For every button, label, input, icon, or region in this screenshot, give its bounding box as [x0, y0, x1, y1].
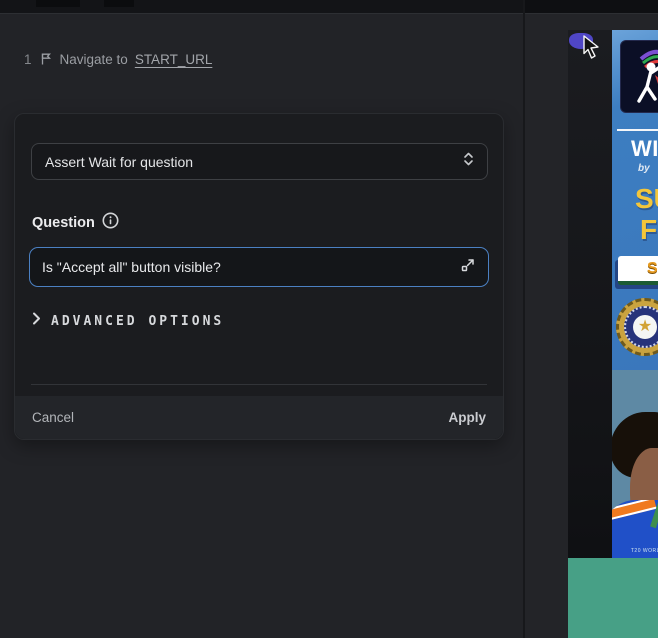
window-top-strip — [0, 0, 658, 14]
banner-promo-line2: F — [640, 214, 657, 246]
browser-preview-pane[interactable]: WI by SU F S ★ T20 WORLD — [525, 14, 658, 638]
top-strip-artifact — [36, 0, 80, 7]
top-strip-artifact — [104, 0, 134, 7]
info-icon[interactable] — [102, 212, 119, 234]
expand-input-icon[interactable] — [460, 257, 476, 278]
dialog-divider — [31, 384, 487, 385]
dialog-footer: Cancel Apply — [15, 396, 503, 439]
select-updown-chevron-icon — [463, 151, 474, 172]
start-url-link[interactable]: START_URL — [135, 52, 213, 67]
step-row-navigate[interactable]: 1 Navigate to START_URL — [24, 50, 212, 68]
bcci-emblem-ring: ★ — [624, 306, 658, 348]
question-input[interactable] — [42, 259, 460, 275]
question-input-wrapper — [29, 247, 489, 287]
promo-banner-image: WI by SU F S ★ — [612, 30, 658, 370]
flag-icon — [39, 52, 53, 66]
top-strip-right-section — [524, 0, 658, 13]
banner-divider-rule — [617, 129, 658, 131]
apply-button[interactable]: Apply — [448, 410, 486, 425]
banner-headline-text: WI — [631, 136, 658, 162]
assert-step-dialog: Assert Wait for question Question — [14, 113, 504, 440]
banner-promo-line1: SU — [635, 183, 658, 215]
action-type-selected-value: Assert Wait for question — [45, 154, 193, 170]
step-number: 1 — [24, 52, 32, 67]
bcci-emblem-star: ★ — [633, 315, 657, 339]
player-jersey: T20 WORLD — [612, 500, 658, 558]
advanced-options-toggle[interactable]: ADVANCED OPTIONS — [32, 312, 224, 330]
cancel-button[interactable]: Cancel — [32, 410, 74, 425]
tournament-logo — [620, 40, 658, 113]
advanced-options-label: ADVANCED OPTIONS — [51, 314, 224, 329]
page-screenshot: WI by SU F S ★ T20 WORLD — [568, 30, 658, 638]
question-label: Question — [32, 215, 95, 231]
banner-cta-text: S — [647, 260, 658, 278]
jersey-shoulder-stripe — [612, 500, 657, 523]
action-type-select[interactable]: Assert Wait for question — [31, 143, 488, 180]
step-label: Navigate to — [60, 52, 128, 67]
cursor-annotation — [569, 31, 609, 65]
player-photo: T20 WORLD — [612, 370, 658, 558]
banner-byline-text: by — [638, 163, 650, 174]
question-label-row: Question — [32, 213, 119, 233]
cookie-banner-block — [568, 558, 658, 638]
bcci-emblem: ★ — [616, 298, 658, 356]
mouse-cursor-icon — [581, 35, 603, 59]
chevron-right-icon — [32, 312, 41, 330]
banner-cta-button: S — [618, 256, 658, 285]
jersey-text: T20 WORLD — [631, 548, 658, 554]
